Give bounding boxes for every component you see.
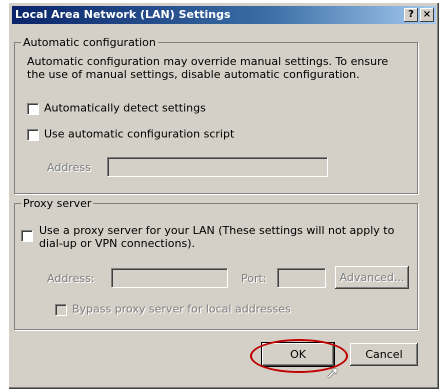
script-address-field bbox=[107, 157, 327, 176]
cancel-button[interactable]: Cancel bbox=[350, 343, 418, 366]
bypass-local-label: Bypass proxy server for local addresses bbox=[72, 302, 291, 316]
title-bar[interactable]: Local Area Network (LAN) Settings ? × bbox=[12, 6, 436, 24]
use-proxy-checkbox[interactable] bbox=[21, 230, 32, 241]
detect-settings-row[interactable]: Automatically detect settings bbox=[27, 101, 206, 115]
bypass-local-checkbox bbox=[55, 303, 66, 315]
automatic-configuration-description: Automatic configuration may override man… bbox=[27, 55, 389, 81]
use-proxy-label[interactable]: Use a proxy server for your LAN (These s… bbox=[39, 224, 409, 250]
window-title: Local Area Network (LAN) Settings bbox=[15, 8, 231, 21]
help-icon[interactable]: ? bbox=[404, 8, 418, 22]
detect-settings-checkbox[interactable] bbox=[27, 102, 38, 114]
proxy-server-group: Proxy server Use a proxy server for your… bbox=[14, 197, 418, 330]
bypass-local-row: Bypass proxy server for local addresses bbox=[55, 302, 291, 316]
config-script-row[interactable]: Use automatic configuration script bbox=[27, 127, 234, 141]
close-icon[interactable]: × bbox=[420, 8, 434, 22]
mouse-pointer-icon: ➚ bbox=[326, 363, 340, 382]
proxy-server-legend: Proxy server bbox=[21, 197, 94, 210]
proxy-port-label: Port: bbox=[241, 272, 267, 285]
proxy-port-field bbox=[277, 268, 325, 287]
config-script-checkbox[interactable] bbox=[27, 128, 38, 140]
proxy-address-field bbox=[111, 268, 227, 287]
config-script-label[interactable]: Use automatic configuration script bbox=[44, 128, 234, 141]
proxy-address-label: Address: bbox=[47, 272, 95, 285]
script-address-label: Address bbox=[47, 161, 91, 174]
automatic-configuration-legend: Automatic configuration bbox=[21, 36, 158, 49]
detect-settings-label[interactable]: Automatically detect settings bbox=[44, 102, 206, 115]
automatic-configuration-group: Automatic configuration Automatic config… bbox=[14, 36, 418, 194]
advanced-button: Advanced... bbox=[335, 266, 409, 289]
